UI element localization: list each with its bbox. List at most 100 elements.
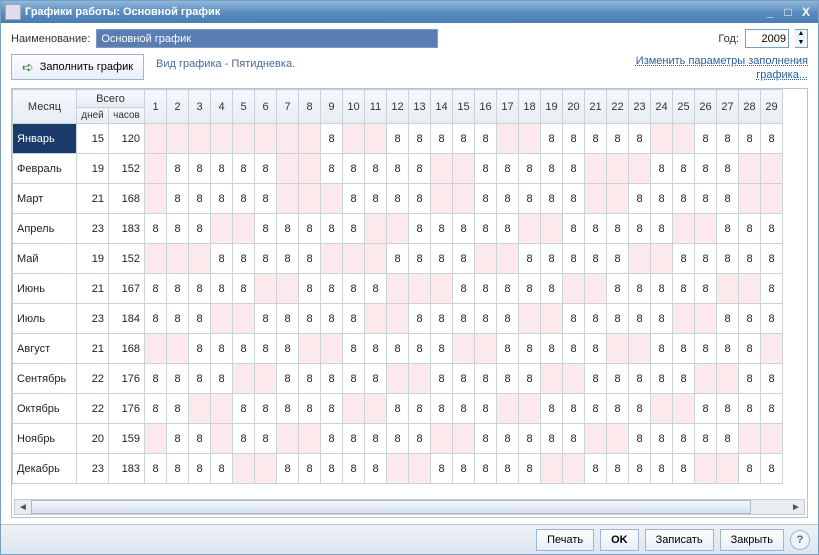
day-cell[interactable]: 8 — [651, 364, 673, 394]
day-cell[interactable]: 8 — [211, 244, 233, 274]
day-cell[interactable]: 8 — [475, 304, 497, 334]
day-cell[interactable] — [189, 394, 211, 424]
table-row[interactable]: Октябрь22176888888888888888888888 — [13, 394, 783, 424]
day-cell[interactable] — [387, 274, 409, 304]
day-cell[interactable] — [695, 364, 717, 394]
day-cell[interactable]: 8 — [299, 274, 321, 304]
day-cell[interactable]: 8 — [167, 394, 189, 424]
day-cell[interactable]: 8 — [321, 424, 343, 454]
scroll-right-icon[interactable]: ► — [788, 502, 804, 513]
day-cell[interactable]: 8 — [321, 154, 343, 184]
day-cell[interactable]: 8 — [761, 274, 783, 304]
day-cell[interactable]: 8 — [277, 334, 299, 364]
day-cell[interactable]: 8 — [255, 154, 277, 184]
day-cell[interactable]: 8 — [695, 154, 717, 184]
day-cell[interactable]: 8 — [651, 454, 673, 484]
day-cell[interactable]: 8 — [365, 334, 387, 364]
day-cell[interactable] — [607, 424, 629, 454]
day-cell[interactable]: 8 — [145, 454, 167, 484]
name-input[interactable] — [96, 29, 438, 48]
day-cell[interactable]: 8 — [255, 184, 277, 214]
day-cell[interactable] — [233, 364, 255, 394]
day-cell[interactable]: 8 — [717, 394, 739, 424]
day-cell[interactable]: 8 — [475, 364, 497, 394]
day-cell[interactable]: 8 — [431, 394, 453, 424]
day-cell[interactable] — [585, 184, 607, 214]
day-cell[interactable]: 8 — [629, 184, 651, 214]
day-cell[interactable]: 8 — [607, 214, 629, 244]
day-cell[interactable]: 8 — [233, 244, 255, 274]
day-cell[interactable]: 8 — [145, 364, 167, 394]
day-cell[interactable] — [343, 394, 365, 424]
day-cell[interactable] — [299, 184, 321, 214]
year-spinner[interactable]: ▲▼ — [795, 29, 808, 48]
day-cell[interactable] — [761, 424, 783, 454]
day-cell[interactable]: 8 — [585, 394, 607, 424]
day-cell[interactable] — [409, 454, 431, 484]
day-cell[interactable] — [365, 244, 387, 274]
day-cell[interactable] — [255, 124, 277, 154]
table-row[interactable]: Март211688888888888888888888 — [13, 184, 783, 214]
day-cell[interactable] — [299, 154, 321, 184]
day-cell[interactable]: 8 — [585, 244, 607, 274]
print-button[interactable]: Печать — [536, 529, 594, 551]
day-cell[interactable]: 8 — [739, 124, 761, 154]
day-cell[interactable]: 8 — [739, 394, 761, 424]
day-cell[interactable]: 8 — [189, 274, 211, 304]
day-cell[interactable]: 8 — [607, 274, 629, 304]
day-cell[interactable] — [233, 124, 255, 154]
day-cell[interactable] — [189, 124, 211, 154]
day-cell[interactable] — [277, 424, 299, 454]
day-cell[interactable]: 8 — [607, 244, 629, 274]
table-row[interactable]: Апрель23183888888888888888888888 — [13, 214, 783, 244]
day-cell[interactable]: 8 — [453, 214, 475, 244]
day-cell[interactable]: 8 — [255, 244, 277, 274]
day-cell[interactable]: 8 — [519, 454, 541, 484]
day-cell[interactable]: 8 — [409, 184, 431, 214]
day-cell[interactable] — [255, 454, 277, 484]
day-cell[interactable]: 8 — [167, 214, 189, 244]
day-cell[interactable]: 8 — [519, 244, 541, 274]
day-cell[interactable]: 8 — [541, 394, 563, 424]
day-cell[interactable]: 8 — [299, 394, 321, 424]
day-cell[interactable]: 8 — [519, 184, 541, 214]
day-cell[interactable] — [145, 124, 167, 154]
day-cell[interactable]: 8 — [409, 214, 431, 244]
day-cell[interactable]: 8 — [299, 304, 321, 334]
table-row[interactable]: Январь15120888888888888888 — [13, 124, 783, 154]
day-cell[interactable]: 8 — [717, 334, 739, 364]
day-cell[interactable]: 8 — [629, 274, 651, 304]
day-cell[interactable]: 8 — [387, 124, 409, 154]
day-cell[interactable]: 8 — [387, 184, 409, 214]
day-cell[interactable]: 8 — [167, 364, 189, 394]
day-cell[interactable]: 8 — [585, 334, 607, 364]
day-cell[interactable]: 8 — [497, 304, 519, 334]
day-cell[interactable]: 8 — [299, 214, 321, 244]
day-cell[interactable]: 8 — [585, 214, 607, 244]
day-cell[interactable]: 8 — [519, 424, 541, 454]
day-cell[interactable] — [189, 244, 211, 274]
day-cell[interactable] — [585, 274, 607, 304]
day-cell[interactable] — [629, 334, 651, 364]
day-cell[interactable] — [651, 244, 673, 274]
day-cell[interactable] — [651, 394, 673, 424]
day-cell[interactable] — [387, 214, 409, 244]
day-cell[interactable] — [541, 454, 563, 484]
day-cell[interactable]: 8 — [497, 424, 519, 454]
day-cell[interactable]: 8 — [189, 304, 211, 334]
day-cell[interactable] — [761, 154, 783, 184]
day-cell[interactable] — [519, 214, 541, 244]
day-cell[interactable]: 8 — [695, 124, 717, 154]
day-cell[interactable] — [761, 334, 783, 364]
day-cell[interactable]: 8 — [739, 364, 761, 394]
day-cell[interactable]: 8 — [277, 454, 299, 484]
day-cell[interactable]: 8 — [629, 214, 651, 244]
day-cell[interactable] — [365, 124, 387, 154]
day-cell[interactable] — [321, 244, 343, 274]
day-cell[interactable]: 8 — [431, 454, 453, 484]
day-cell[interactable] — [497, 124, 519, 154]
day-cell[interactable]: 8 — [497, 214, 519, 244]
day-cell[interactable] — [739, 154, 761, 184]
day-cell[interactable]: 8 — [233, 394, 255, 424]
day-cell[interactable]: 8 — [673, 154, 695, 184]
